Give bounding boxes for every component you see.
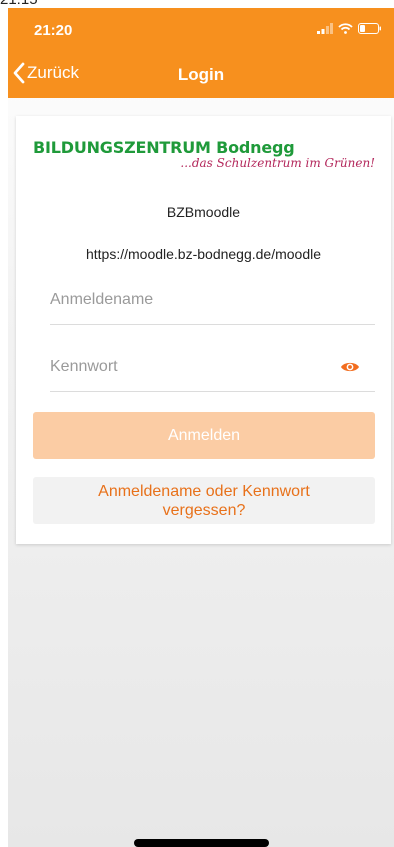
password-input[interactable] xyxy=(50,349,330,385)
username-field xyxy=(50,282,375,325)
nav-bar: Zurück Login xyxy=(8,52,394,98)
forgot-password-button[interactable]: Anmeldename oder Kennwort vergessen? xyxy=(33,477,375,524)
top-strip-text: 21:15 xyxy=(0,0,38,8)
phone-screen: 21:20 Zurück Login BILDUNGSZENTRUM Bodne… xyxy=(8,8,394,847)
password-field xyxy=(50,349,375,392)
forgot-line-2: vergessen? xyxy=(162,501,246,519)
wifi-icon xyxy=(338,23,353,34)
back-label: Zurück xyxy=(27,63,79,82)
status-icons xyxy=(317,23,382,34)
back-button[interactable]: Zurück xyxy=(12,62,79,84)
status-bar: 21:20 xyxy=(8,8,394,52)
username-input[interactable] xyxy=(50,282,330,318)
chevron-left-icon xyxy=(13,62,25,84)
login-card: BILDUNGSZENTRUM Bodnegg ...das Schulzent… xyxy=(16,116,391,544)
battery-icon xyxy=(358,23,381,34)
logo-main-text: BILDUNGSZENTRUM Bodnegg xyxy=(33,138,295,157)
login-button[interactable]: Anmelden xyxy=(33,412,375,459)
top-strip: 21:15 xyxy=(0,0,394,8)
forgot-line-1: Anmeldename oder Kennwort xyxy=(98,482,310,500)
home-indicator xyxy=(134,839,269,847)
site-url: https://moodle.bz-bodnegg.de/moodle xyxy=(85,246,322,262)
status-time: 21:20 xyxy=(34,22,73,39)
site-logo: BILDUNGSZENTRUM Bodnegg ...das Schulzent… xyxy=(33,138,378,178)
eye-icon[interactable] xyxy=(340,360,360,374)
signal-icon xyxy=(317,23,333,34)
logo-subtitle: ...das Schulzentrum im Grünen! xyxy=(180,156,375,170)
site-name: BZBmoodle xyxy=(166,204,241,220)
